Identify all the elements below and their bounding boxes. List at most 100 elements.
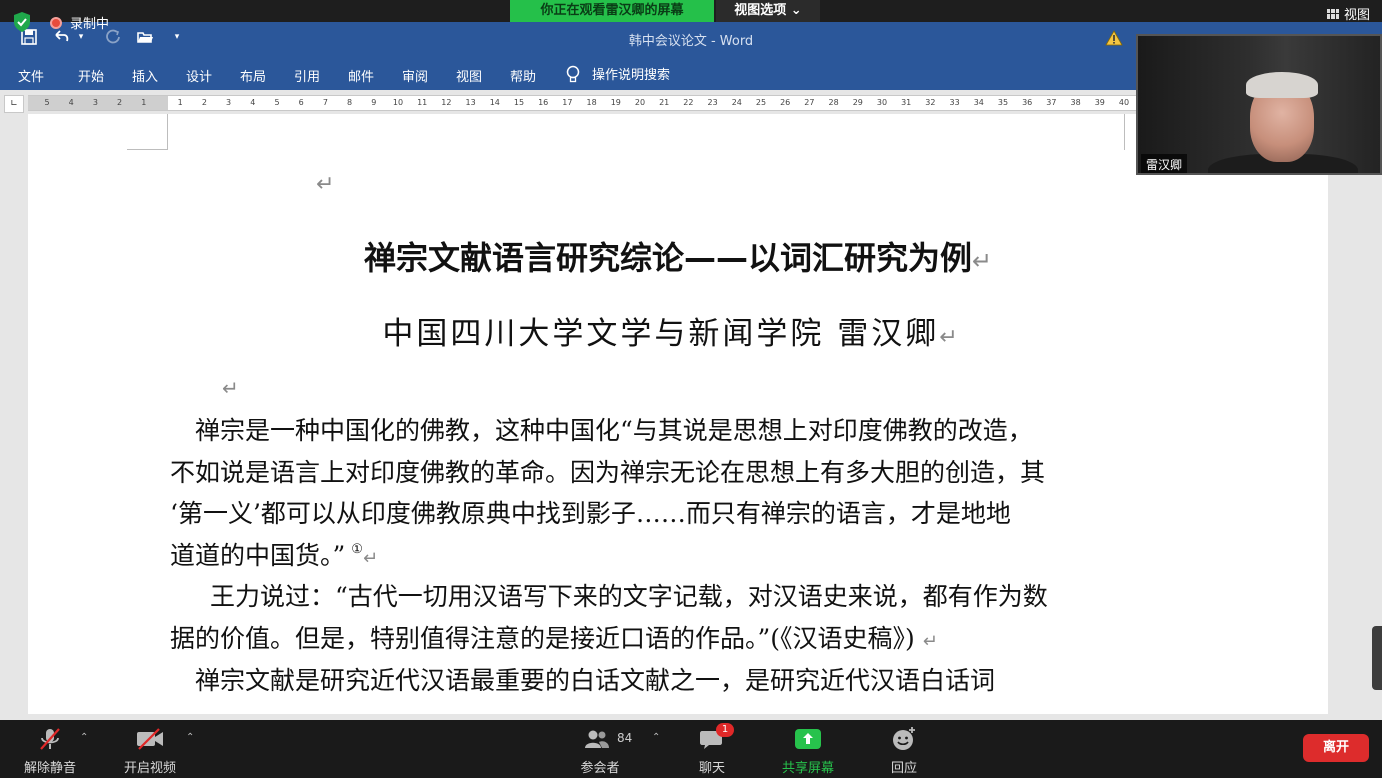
paragraph-mark: ↵ (362, 547, 379, 569)
chat-label: 聊天 (698, 761, 725, 776)
unmute-label: 解除静音 (23, 761, 76, 776)
ruler-tick-label: 1 (141, 98, 147, 107)
horizontal-ruler[interactable]: 5 4 3 2 1 1 2 3 4 5 6 7 8 9 10 11 12 13 14 15 16 17 18 19 20 21 22… (28, 95, 1138, 111)
text-line: ‘第一义’都可以从印度佛教原典中找到影子……而只有禅宗的语言，才是地地 (170, 499, 1011, 529)
ruler-tick-label: 30 (876, 98, 888, 107)
body-paragraph-1[interactable]: 禅宗是一种中国化的佛教，这种中国化“与其说是思想上对印度佛教的改造， 不如说是语… (170, 410, 1132, 579)
reactions-label: 回应 (890, 761, 917, 776)
author-text: 中国四川大学文学与新闻学院 雷汉卿 (382, 316, 940, 352)
document-heading[interactable]: 禅宗文献语言研究综论——以词汇研究为例↵ (0, 233, 1356, 279)
text-line: 禅宗是一种中国化的佛教，这种中国化“与其说是思想上对印度佛教的改造， (170, 416, 1033, 445)
body-paragraph-2[interactable]: 王力说过：“古代一切用汉语写下来的文字记载，对汉语史来说，都有作为数 据的价值。… (170, 576, 1172, 662)
ruler-tick-label: 33 (949, 98, 960, 107)
audio-options-caret-icon[interactable]: ⌃ (80, 732, 88, 743)
share-screen-label: 共享屏幕 (781, 761, 834, 776)
tab-selector[interactable]: ∟ (4, 95, 24, 113)
ruler-tick-label: 6 (298, 98, 304, 107)
heading-text: 禅宗文献语言研究综论——以词汇研究为例 (363, 239, 972, 277)
ruler-tick-label: 12 (441, 98, 452, 107)
ruler-tick-label: 37 (1046, 98, 1057, 107)
view-options-button[interactable]: 视图选项 ⌄ (716, 0, 820, 22)
paragraph-mark: ↵ (316, 172, 335, 197)
gallery-grid-icon (1326, 8, 1339, 19)
security-shield-icon[interactable] (12, 11, 32, 33)
video-person-hair (1246, 72, 1318, 98)
tell-me-search[interactable]: 操作说明搜索 (566, 64, 670, 83)
tab-insert[interactable]: 插入 (132, 66, 158, 85)
paragraph-mark: ↵ (939, 325, 958, 350)
document-author-line[interactable]: 中国四川大学文学与新闻学院 雷汉卿↵ (0, 308, 1340, 353)
participants-icon (585, 730, 609, 748)
participant-name-tag: 雷汉卿 (1141, 154, 1188, 173)
tab-review[interactable]: 审阅 (402, 66, 428, 85)
ruler-tick-label: 4 (68, 98, 74, 107)
ruler-tick-label: 2 (201, 98, 207, 107)
ruler-tick-label: 5 (44, 98, 50, 107)
ruler-tick-label: 7 (322, 98, 328, 107)
ruler-tick-label: 39 (1094, 98, 1105, 107)
video-options-caret-icon[interactable]: ⌃ (186, 732, 194, 743)
ruler-tick-label: 24 (731, 98, 742, 107)
reactions-button[interactable]: 回应 (884, 725, 924, 776)
ruler-tick-label: 25 (755, 98, 767, 107)
text-line-last: 道道的中国货。” ①↵ (170, 535, 1132, 580)
footnote-reference[interactable]: ① (351, 542, 363, 557)
text-line-content: 道道的中国货。” (170, 540, 346, 570)
recording-indicator[interactable]: 录制中 (50, 13, 109, 32)
ruler-tick-label: 18 (586, 98, 597, 107)
ruler-tick-label: 28 (828, 98, 839, 107)
view-button-label: 视图 (1343, 8, 1370, 23)
reaction-smiley-icon (893, 727, 915, 750)
tab-home[interactable]: 开始 (78, 66, 104, 85)
ruler-tick-label: 23 (707, 98, 718, 107)
ruler-tick-label: 3 (226, 98, 232, 107)
view-button[interactable]: 视图 (1326, 4, 1370, 23)
share-screen-button[interactable]: 共享屏幕 (778, 725, 838, 776)
tab-mailings[interactable]: 邮件 (348, 66, 374, 85)
ruler-tick-label: 35 (997, 98, 1009, 107)
unmute-button[interactable]: 解除静音 (22, 725, 78, 776)
share-screen-icon (795, 729, 821, 749)
record-dot-icon (50, 16, 62, 29)
tab-view[interactable]: 视图 (456, 66, 482, 85)
tab-design[interactable]: 设计 (186, 66, 212, 85)
ruler-tick-label: 40 (1118, 98, 1130, 107)
body-paragraph-3[interactable]: 禅宗文献是研究近代汉语最重要的白话文献之一，是研究近代汉语白话词 (170, 660, 1132, 702)
tab-file[interactable]: 文件 (18, 66, 44, 85)
margin-corner-mark-right (1124, 114, 1134, 150)
ruler-tick-label: 22 (683, 98, 694, 107)
warning-icon[interactable] (1105, 30, 1123, 46)
tab-references[interactable]: 引用 (294, 66, 320, 85)
ruler-tick-label: 1 (177, 98, 183, 107)
ruler-tick-label: 5 (274, 98, 280, 107)
recording-label: 录制中 (70, 17, 110, 32)
start-video-button[interactable]: 开启视频 (122, 725, 178, 776)
paragraph-mark: ↵ (971, 247, 993, 275)
ruler-tick-label: 19 (610, 98, 621, 107)
lightbulb-icon (566, 65, 580, 82)
tab-help[interactable]: 帮助 (510, 66, 536, 85)
side-panel-handle[interactable] (1372, 626, 1382, 690)
video-off-icon (137, 728, 163, 750)
ruler-tick-label: 15 (513, 98, 525, 107)
ruler-tick-label: 31 (901, 98, 912, 107)
tab-layout[interactable]: 布局 (240, 66, 266, 85)
paragraph-mark: ↵ (222, 376, 239, 400)
participant-video[interactable]: 雷汉卿 (1136, 34, 1382, 175)
start-video-label: 开启视频 (123, 761, 176, 776)
leave-button[interactable]: 离开 (1303, 734, 1369, 762)
participants-count: 84 (617, 731, 633, 745)
ruler-tick-label: 14 (489, 98, 500, 107)
ruler-tick-label: 34 (973, 98, 984, 107)
ruler-tick-label: 32 (925, 98, 936, 107)
paragraph-mark: ↵ (922, 630, 938, 652)
margin-corner-mark (127, 114, 168, 150)
participants-label: 参会者 (580, 761, 620, 776)
muted-microphone-icon (40, 728, 60, 750)
text-line: 王力说过：“古代一切用汉语写下来的文字记载，对汉语史来说，都有作为数 (210, 582, 1048, 611)
ruler-tick-label: 2 (117, 98, 123, 107)
ruler-tick-label: 29 (852, 98, 863, 107)
participants-options-caret-icon[interactable]: ⌃ (652, 732, 660, 743)
ruler-tick-label: 10 (392, 98, 404, 107)
screen: 录制中 你正在观看雷汉卿的屏幕 视图选项 ⌄ 视图 ▾ ▾ 韩中会议论文 - W… (0, 0, 1382, 778)
